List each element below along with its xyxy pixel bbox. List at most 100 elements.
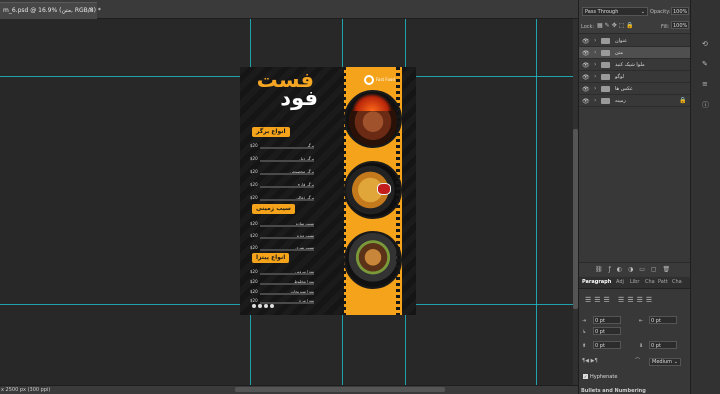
folder-icon xyxy=(601,74,610,80)
chevron-right-icon[interactable]: › xyxy=(594,85,596,92)
layers-list: 👁 › عنوان 👁 › متن 👁 › ملوا شیک کنید 👁 › لوگو… xyxy=(579,35,691,261)
space-after-input[interactable]: 0 pt xyxy=(649,341,677,349)
opacity-label: Opacity: xyxy=(650,9,671,15)
eye-icon[interactable]: 👁 xyxy=(582,62,590,69)
layers-options: Pass Through ⌄ Opacity: 100% Lock: ▦✎✥⬚🔒… xyxy=(579,0,691,34)
indent-left-input[interactable]: 0 pt xyxy=(593,316,621,324)
eye-icon[interactable]: 👁 xyxy=(582,38,590,45)
eye-icon[interactable]: 👁 xyxy=(582,86,590,93)
section-title-fries: سیب زمینی xyxy=(252,204,295,214)
indent-right-input[interactable]: 0 pt xyxy=(649,316,677,324)
flame-image xyxy=(352,93,392,111)
layer-row-selected[interactable]: 👁 › متن xyxy=(579,47,691,59)
fries-photo xyxy=(344,161,402,219)
guide-vertical-4[interactable] xyxy=(536,19,537,385)
close-icon[interactable]: × xyxy=(88,6,94,14)
layer-row[interactable]: 👁 › عکس ها xyxy=(579,83,691,95)
info-icon[interactable]: ⓘ xyxy=(702,100,709,110)
justification-select[interactable]: Medium ⌄ xyxy=(649,358,681,366)
eye-icon[interactable]: 👁 xyxy=(582,74,590,81)
tab-libraries[interactable]: Libr xyxy=(630,279,639,285)
document-size-text: x 2500 px (300 ppi) xyxy=(1,387,51,393)
rtl-direction-icon[interactable]: ¶◀ ▶¶ xyxy=(582,358,598,364)
blend-mode-select[interactable]: Pass Through ⌄ xyxy=(582,7,648,16)
folder-icon xyxy=(601,50,610,56)
fill-label: Fill: xyxy=(661,24,670,30)
menu-artboard[interactable]: Fast Food فست فود انواع برگر برگر $20 برگ… xyxy=(240,67,416,315)
section-title-burgers: انواع برگر xyxy=(252,127,290,137)
tab-patterns[interactable]: Patt xyxy=(658,279,668,285)
layer-row[interactable]: 👁 › ملوا شیک کنید xyxy=(579,59,691,71)
logo-text: Fast Food xyxy=(376,77,395,82)
eye-icon[interactable]: 👁 xyxy=(582,50,590,57)
chevron-right-icon[interactable]: › xyxy=(594,61,596,68)
properties-icon[interactable]: ≡ xyxy=(702,80,708,88)
checkmark-icon: ✓ xyxy=(583,374,588,379)
social-icon xyxy=(252,304,256,308)
layer-row[interactable]: 👁 › عنوان xyxy=(579,35,691,47)
menu-item: برگر ذغالی $20 xyxy=(250,195,314,201)
chevron-down-icon: ⌄ xyxy=(673,359,678,365)
bullets-section-header[interactable]: Bullets and Numbering xyxy=(581,388,646,394)
layer-row[interactable]: 👁 › لوگو xyxy=(579,71,691,83)
opacity-input[interactable]: 100% xyxy=(671,7,689,15)
chevron-right-icon[interactable]: › xyxy=(594,37,596,44)
menu-item: برگر $20 xyxy=(250,143,314,149)
menu-item: سیب ویژه $20 xyxy=(250,233,314,239)
menu-item: سیب پنیری $20 xyxy=(250,245,314,251)
menu-item: پیتزا سبزیجات $20 xyxy=(250,289,314,295)
layer-row[interactable]: 👁 › زمینه 🔒 xyxy=(579,95,691,107)
tab-adjustments[interactable]: Adj xyxy=(616,279,624,285)
social-icon xyxy=(270,304,274,308)
chevron-right-icon[interactable]: › xyxy=(594,97,596,104)
space-before-input[interactable]: 0 pt xyxy=(593,341,621,349)
chevron-right-icon[interactable]: › xyxy=(594,49,596,56)
brush-icon[interactable]: ✎ xyxy=(702,60,708,68)
ketchup-image xyxy=(377,183,391,195)
perforation-left xyxy=(342,67,346,315)
lock-options-icons[interactable]: ▦✎✥⬚🔒 xyxy=(597,22,636,29)
panel-icon-strip: ⟲ ✎ ≡ ⓘ xyxy=(690,0,720,394)
indent-left-icon: ⇥ xyxy=(582,318,587,324)
indent-first-input[interactable]: 0 pt xyxy=(593,327,621,335)
document-tab-title: m_6.psd @ 16.9% (متن, RGB/8) * xyxy=(3,7,101,14)
folder-icon xyxy=(601,98,610,104)
folder-icon xyxy=(601,62,610,68)
menu-item: برگر مخصوص $20 xyxy=(250,169,314,175)
perforation-right xyxy=(396,67,400,315)
indent-right-icon: ⇤ xyxy=(639,318,644,324)
hyphenate-checkbox[interactable]: ✓ Hyphenate xyxy=(583,374,617,380)
tab-paragraph[interactable]: Paragraph xyxy=(582,279,611,285)
menu-item: برگر دبل $20 xyxy=(250,156,314,162)
right-panel: Pass Through ⌄ Opacity: 100% Lock: ▦✎✥⬚🔒… xyxy=(578,0,691,394)
horizontal-scroll-thumb[interactable] xyxy=(235,387,445,392)
headline-bottom: فود xyxy=(280,86,318,110)
section-title-pizza: انواع پیتزا xyxy=(252,253,290,263)
menu-item: سیب ساده $20 xyxy=(250,221,314,227)
social-icon xyxy=(258,304,262,308)
chevron-right-icon[interactable]: › xyxy=(594,73,596,80)
space-before-icon: ⬆ xyxy=(582,343,587,349)
tab-character-styles[interactable]: Cha xyxy=(672,279,682,285)
indent-first-icon: ↳ xyxy=(582,329,587,335)
menu-item: پیتزا پپرونی $20 xyxy=(250,269,314,275)
document-tab[interactable]: m_6.psd @ 16.9% (متن, RGB/8) * × xyxy=(0,2,101,19)
menu-item: برگر قارچ $20 xyxy=(250,182,314,188)
logo-icon xyxy=(364,75,374,85)
layers-footer-toolbar[interactable]: ⛓ƒ◐◑▭▢🗑 xyxy=(579,262,691,276)
menu-item: پیتزا مخلوط $20 xyxy=(250,279,314,285)
lock-label: Lock: xyxy=(581,24,595,30)
burger-platter-photo xyxy=(344,231,402,289)
space-after-icon: ⬇ xyxy=(639,343,644,349)
fill-input[interactable]: 100% xyxy=(671,21,689,29)
alignment-buttons[interactable]: ☰☰☰ ☰☰☰☰ xyxy=(585,296,655,304)
chevron-down-icon: ⌄ xyxy=(640,9,645,15)
history-icon[interactable]: ⟲ xyxy=(702,40,708,48)
eye-icon[interactable]: 👁 xyxy=(582,98,590,105)
lock-icon: 🔒 xyxy=(679,97,687,104)
kashida-icon: ⌒ xyxy=(635,358,641,364)
canvas-area[interactable]: Fast Food فست فود انواع برگر برگر $20 برگ… xyxy=(0,19,578,385)
paragraph-panel-tabs: Paragraph Adj Libr Cha Patt Cha xyxy=(579,277,691,289)
tab-character[interactable]: Cha xyxy=(645,279,655,285)
folder-icon xyxy=(601,86,610,92)
